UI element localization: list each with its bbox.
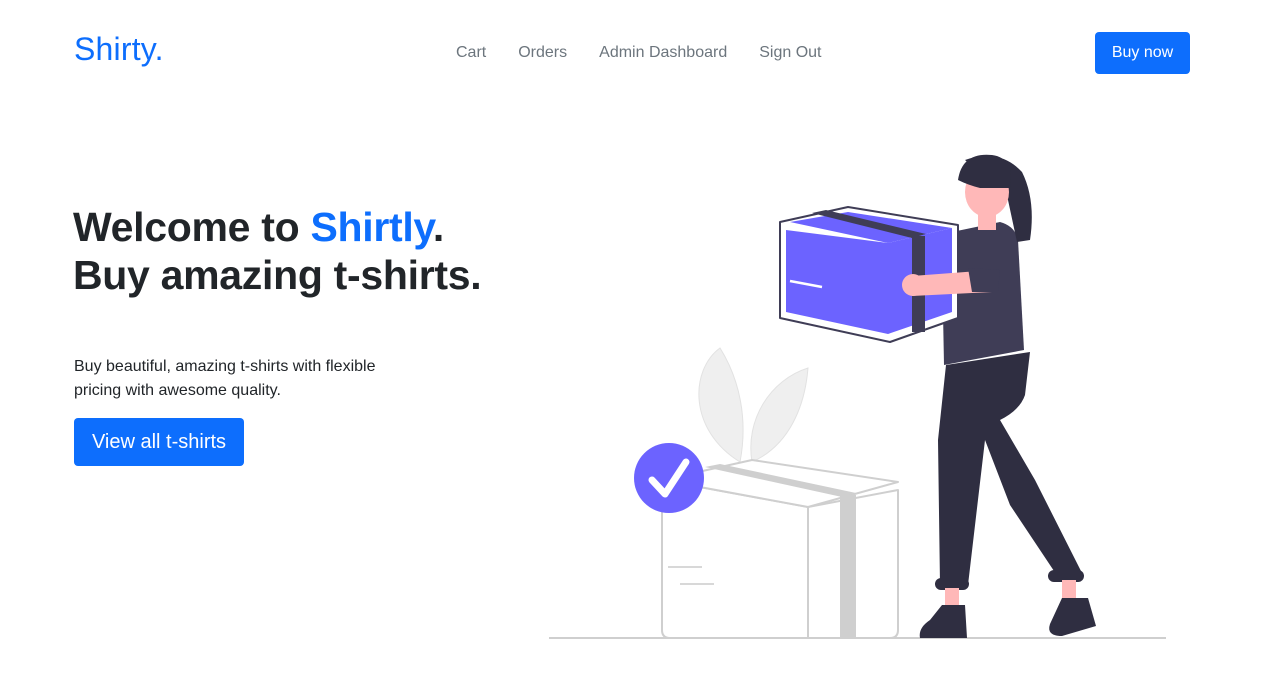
- hero-title-line2: Buy amazing t-shirts.: [73, 252, 482, 298]
- hero-title: Welcome to Shirtly. Buy amazing t-shirts…: [73, 203, 482, 299]
- nav-link-orders[interactable]: Orders: [502, 42, 583, 64]
- delivery-illustration: [549, 154, 1166, 639]
- nav-links: Cart Orders Admin Dashboard Sign Out: [440, 42, 837, 64]
- check-icon: [634, 443, 704, 513]
- navbar: Shirty. Cart Orders Admin Dashboard Sign…: [0, 0, 1263, 106]
- hero-title-prefix: Welcome to: [73, 204, 311, 250]
- view-all-tshirts-button[interactable]: View all t-shirts: [74, 418, 244, 466]
- hero-title-suffix: .: [432, 204, 444, 250]
- carried-box-icon: [779, 206, 959, 343]
- buy-now-button[interactable]: Buy now: [1095, 32, 1190, 74]
- hero-description: Buy beautiful, amazing t-shirts with fle…: [74, 358, 376, 399]
- plant-icon: [698, 347, 809, 463]
- brand-logo[interactable]: Shirty.: [74, 31, 164, 68]
- nav-link-admin-dashboard[interactable]: Admin Dashboard: [583, 42, 743, 64]
- nav-link-sign-out[interactable]: Sign Out: [743, 42, 837, 64]
- hero-title-accent: Shirtly: [310, 204, 433, 250]
- nav-link-cart[interactable]: Cart: [440, 42, 502, 64]
